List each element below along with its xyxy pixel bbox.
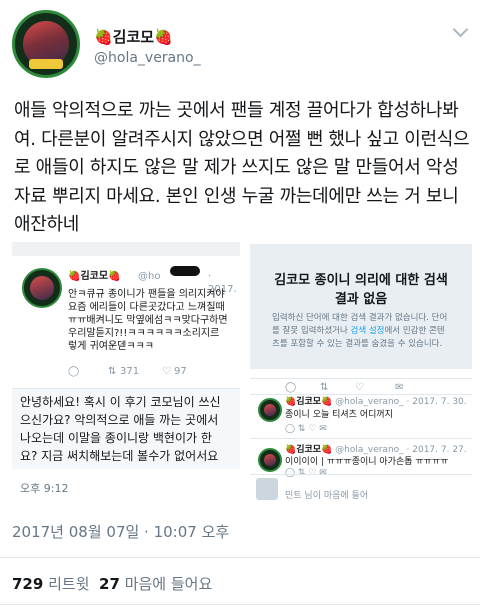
liked-notice: 민트 님이 마음에 들어 [285, 491, 369, 501]
quoted-line: 으신가요? 악의적으로 애들 까는 곳에서 [20, 413, 219, 427]
redaction-mark [170, 266, 200, 276]
retweet-label: 리트윗 [48, 575, 90, 593]
quoted-time: 오후 9:12 [20, 482, 69, 495]
embedded-line: 렇게 귀여운덷ㅋㅋㅋ [68, 341, 154, 352]
like-count: 27 [99, 575, 120, 593]
result-row[interactable]: 🍓김코모🍓 @hola_verano_ · 2017. 7. 30. [285, 396, 467, 409]
row-actions: ◯ ⇅ ♡ ✉ [285, 424, 327, 434]
retweet-icon: ⇅ [108, 366, 117, 377]
avatar [258, 398, 282, 422]
heart-icon: ♡ [162, 366, 171, 377]
search-empty-panel: 김코모 종이니 의리에 대한 검색 결과 없음 입력하신 단어에 대한 검색 결… [250, 244, 472, 369]
avatar [22, 268, 62, 308]
quoted-line: 안녕하세요! 혹시 이 후기 코모님이 쓰신 [20, 395, 221, 409]
reply-icon: ◯ [285, 382, 297, 393]
embedded-line: 안ㅋ큐규 종이니가 팬들을 의리지켜야 [68, 289, 225, 300]
avatar [258, 448, 282, 472]
embedded-line: 우리말듣지?!!ㅋㅋㅋㅋㅋㅋ소리지르 [68, 328, 220, 339]
tweet-timestamp[interactable]: 2017년 08월 07일 · 10:07 오후 [12, 521, 229, 542]
retweet-count: 729 [12, 575, 44, 593]
search-empty-description: 입력하신 단어에 대한 검색 결과가 없습니다. 단어를 잘못 입력하셨거나 검… [272, 313, 448, 349]
like-count: 97 [174, 366, 187, 377]
result-text: 종이니 오늘 티셔츠 어디꺼지 [285, 410, 393, 420]
embedded-line: ㅠㅠ배켜니도 막옆에섬ㅋㅋ맞다구하면 [68, 315, 228, 326]
display-name[interactable]: 🍓김코모🍓 [94, 26, 173, 47]
like-label: 마음에 들어요 [124, 575, 213, 593]
retweet-icon: ⇅ [320, 382, 329, 393]
search-settings-link[interactable]: 검색 설정 [351, 326, 385, 336]
row-actions: ◯ ⇅ ♡ ✉ [285, 468, 327, 478]
search-empty-title: 김코모 종이니 의리에 대한 검색 결과 없음 [274, 273, 448, 307]
profile-avatar[interactable] [12, 10, 80, 78]
quoted-line: 요? 지금 써치해보는데 볼수가 없어서요 [20, 449, 219, 463]
quoted-message-box: 안녕하세요! 혹시 이 후기 코모님이 쓰신 으신가요? 악의적으로 애들 까는… [12, 388, 240, 469]
placeholder-avatar [256, 478, 278, 500]
heart-icon: ♡ [355, 382, 364, 393]
embedded-line: 요즘 에리들이 다른곳갔다고 느껴질때 [68, 302, 225, 313]
chevron-down-icon[interactable] [452, 21, 469, 38]
tweet-text: 애들 악의적으로 까는 곳에서 팬들 계정 끌어다가 합성하나봐여. 다른분이 … [14, 100, 470, 235]
reply-icon: ◯ [68, 366, 80, 377]
user-handle[interactable]: @hola_verano_ [94, 50, 201, 66]
retweet-count: 371 [120, 366, 140, 377]
quoted-line: 나오는데 이말을 종이니랑 백현이가 한 [20, 431, 212, 445]
message-icon: ✉ [395, 382, 404, 393]
embedded-handle: @ho [138, 271, 161, 282]
engagement-counts[interactable]: 729 리트윗 27 마음에 들어요 [12, 573, 212, 594]
embedded-name: 🍓김코모🍓 [68, 271, 121, 282]
